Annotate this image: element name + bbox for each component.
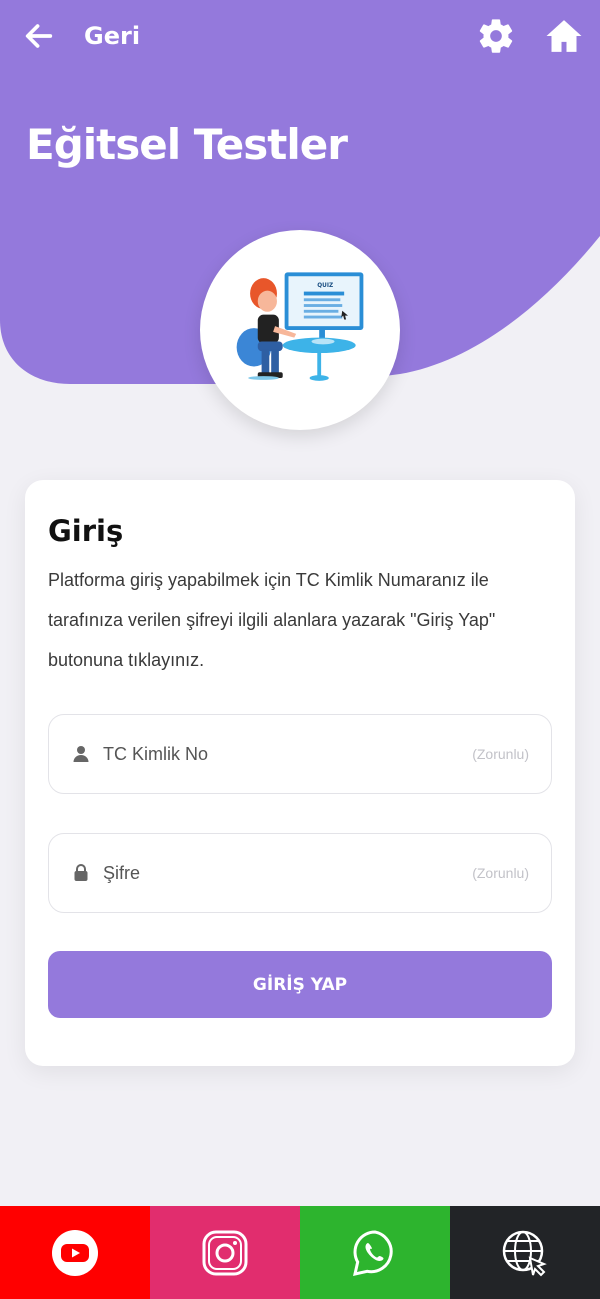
password-input[interactable] [103, 862, 473, 884]
home-icon [546, 20, 582, 52]
instagram-button[interactable] [150, 1206, 300, 1299]
page-title: Eğitsel Testler [26, 120, 348, 169]
instagram-icon [202, 1230, 248, 1275]
globe-icon [502, 1230, 547, 1276]
tc-required-label: (Zorunlu) [472, 746, 529, 762]
password-required-label: (Zorunlu) [472, 865, 529, 881]
login-title: Giriş [48, 514, 124, 548]
top-bar: Geri [0, 0, 600, 72]
user-icon [71, 744, 91, 764]
login-submit-button[interactable]: GİRİŞ YAP [48, 951, 552, 1018]
youtube-icon [52, 1229, 98, 1276]
arrow-left-icon [25, 24, 53, 48]
login-description: Platforma giriş yapabilmek için TC Kimli… [48, 570, 496, 670]
website-button[interactable] [450, 1206, 600, 1299]
home-button[interactable] [544, 16, 584, 56]
youtube-button[interactable] [0, 1206, 150, 1299]
tc-kimlik-input[interactable] [103, 743, 473, 765]
lock-icon [71, 863, 91, 883]
whatsapp-icon [353, 1229, 393, 1276]
tc-kimlik-field[interactable]: (Zorunlu) [48, 714, 552, 794]
gear-icon [479, 19, 513, 53]
login-card: Giriş Platforma giriş yapabilmek için TC… [25, 480, 575, 1066]
settings-button[interactable] [476, 16, 516, 56]
quiz-illustration: QUIZ [200, 230, 400, 430]
password-field[interactable]: (Zorunlu) [48, 833, 552, 913]
quiz-label: QUIZ [317, 283, 333, 289]
whatsapp-button[interactable] [300, 1206, 450, 1299]
back-button[interactable]: Geri [22, 18, 140, 54]
back-label: Geri [84, 22, 141, 50]
social-bar [0, 1206, 600, 1299]
